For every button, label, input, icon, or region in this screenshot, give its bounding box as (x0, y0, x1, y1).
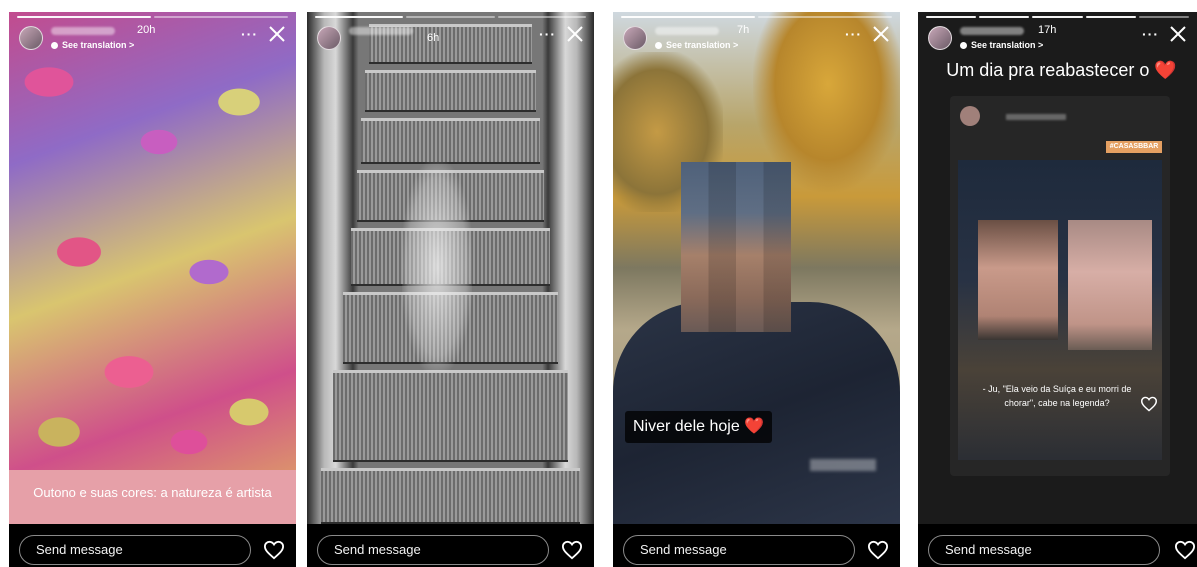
send-message-input[interactable]: Send message (928, 535, 1160, 565)
story-bottom-bar: Send message (9, 534, 296, 567)
pixelated-face (681, 162, 791, 332)
escalator-step (333, 370, 568, 462)
progress-bar (926, 16, 1190, 18)
story-header: 17h See translation > ··· (928, 23, 1187, 55)
globe-icon (655, 41, 662, 49)
close-icon[interactable] (268, 25, 286, 43)
send-message-input[interactable]: Send message (19, 535, 251, 565)
pixelated-face (978, 220, 1058, 340)
more-options-button[interactable]: ··· (539, 26, 556, 42)
send-message-input[interactable]: Send message (623, 535, 855, 565)
story-bottom-bar: Send message (307, 534, 594, 567)
escalator-step (361, 118, 540, 164)
see-translation-link[interactable]: See translation > (51, 40, 134, 50)
avatar[interactable] (317, 26, 341, 50)
heart-outline-icon (1140, 396, 1158, 412)
escalator-step (321, 468, 580, 524)
story-media: Um dia pra reabastecer o ❤️ #CASASBBAR -… (918, 12, 1197, 524)
story-time: 7h (737, 24, 750, 36)
story-media (307, 12, 594, 524)
story-media: Outono e suas cores: a natureza é artist… (9, 12, 296, 524)
more-options-button[interactable]: ··· (845, 26, 862, 42)
username-blurred[interactable] (349, 27, 413, 35)
close-icon[interactable] (566, 25, 584, 43)
story-time: 20h (137, 24, 156, 36)
more-options-button[interactable]: ··· (1142, 26, 1159, 42)
story-media: Niver dele hoje ❤️ (613, 12, 900, 524)
post-tag: #CASASBBAR (1106, 141, 1162, 153)
post-quote: - Ju, "Ela veio da Suíça e eu morri de c… (982, 384, 1132, 408)
progress-bar (315, 16, 586, 18)
heart-icon[interactable] (263, 540, 285, 560)
story-caption: Outono e suas cores: a natureza é artist… (33, 485, 272, 500)
story-bottom-bar: Send message (613, 534, 900, 567)
story-card-2[interactable]: 6h ··· Send message (307, 12, 594, 567)
reposted-post-card[interactable]: #CASASBBAR - Ju, "Ela veio da Suíça e eu… (950, 96, 1170, 476)
story-card-4[interactable]: Um dia pra reabastecer o ❤️ #CASASBBAR -… (918, 12, 1197, 567)
paint-splash (402, 162, 472, 372)
avatar[interactable] (19, 26, 43, 50)
username-blurred[interactable] (960, 27, 1024, 35)
foliage-photo (9, 12, 296, 524)
pixelated-face (1068, 220, 1152, 350)
story-time: 17h (1038, 24, 1057, 36)
avatar[interactable] (623, 26, 647, 50)
see-translation-link[interactable]: See translation > (960, 40, 1043, 50)
story-card-3[interactable]: Niver dele hoje ❤️ 7h See translation > … (613, 12, 900, 567)
story-header: 6h ··· (317, 23, 584, 55)
progress-bar (17, 16, 288, 18)
username-blurred (1006, 114, 1066, 120)
username-blurred[interactable] (51, 27, 115, 35)
close-icon[interactable] (872, 25, 890, 43)
heart-icon[interactable] (561, 540, 583, 560)
story-card-1[interactable]: Outono e suas cores: a natureza é artist… (9, 12, 296, 567)
globe-icon (51, 41, 58, 49)
escalator-step (365, 70, 536, 112)
close-icon[interactable] (1169, 25, 1187, 43)
more-options-button[interactable]: ··· (241, 26, 258, 42)
avatar[interactable] (928, 26, 952, 50)
post-author (960, 106, 990, 126)
blurred-mention[interactable] (810, 459, 876, 471)
avatar (960, 106, 980, 126)
story-header: 7h See translation > ··· (623, 23, 890, 55)
heart-icon[interactable] (867, 540, 889, 560)
see-translation-link[interactable]: See translation > (655, 40, 738, 50)
story-caption: Niver dele hoje ❤️ (625, 411, 773, 443)
story-header: 20h See translation > ··· (19, 23, 286, 55)
username-blurred[interactable] (655, 27, 719, 35)
story-time: 6h (427, 32, 440, 44)
globe-icon (960, 41, 967, 49)
story-title: Um dia pra reabastecer o ❤️ (946, 60, 1177, 80)
story-bottom-bar: Send message (918, 534, 1197, 567)
heart-icon[interactable] (1174, 540, 1196, 560)
progress-bar (621, 16, 892, 18)
send-message-input[interactable]: Send message (317, 535, 549, 565)
selfie-photo: - Ju, "Ela veio da Suíça e eu morri de c… (958, 160, 1162, 460)
